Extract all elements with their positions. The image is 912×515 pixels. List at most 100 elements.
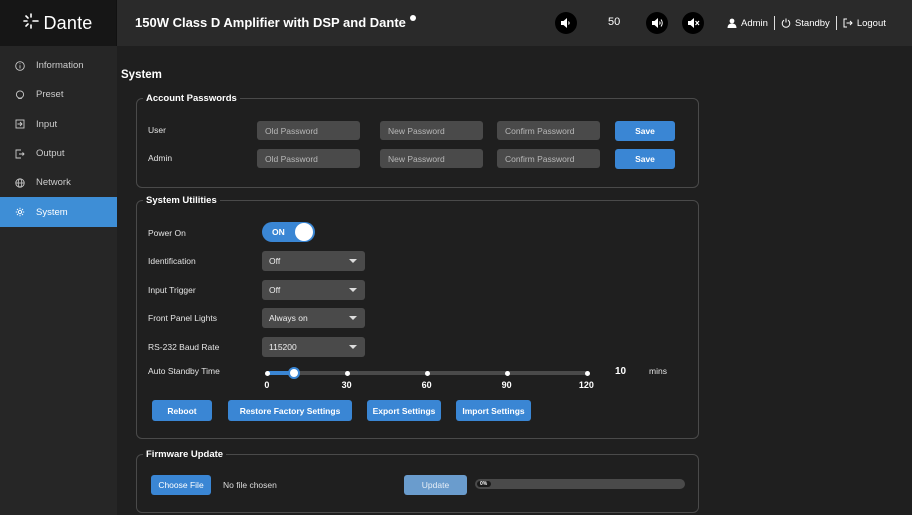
progress-label: 0% [477,481,491,487]
sidebar-item-preset[interactable]: Preset [0,80,117,109]
preset-icon [15,90,25,100]
admin-label[interactable]: Admin [741,18,768,29]
top-bar: Dante 150W Class D Amplifier with DSP an… [0,0,912,46]
user-controls: Admin Standby Logout [727,15,886,31]
slider-tick-label: 120 [578,380,594,390]
account-passwords-section: Account Passwords [136,93,699,188]
sidebar-item-network[interactable]: Network [0,168,117,197]
slider-tick-dot [424,370,430,376]
toggle-knob [295,223,313,241]
admin-old-password-input[interactable] [257,149,360,168]
front-panel-lights-label: Front Panel Lights [148,313,217,323]
divider [835,16,837,30]
slider-tick-label: 60 [421,380,432,390]
front-panel-lights-select[interactable]: Always on [262,308,365,328]
slider-knob[interactable] [287,367,300,379]
chevron-down-icon [349,345,357,349]
page-title: System [121,69,162,81]
standby-value: 10 [615,366,627,377]
mute-button[interactable] [682,12,704,34]
admin-save-button[interactable]: Save [615,149,675,169]
identification-select[interactable]: Off [262,251,365,271]
user-new-password-input[interactable] [380,121,483,140]
standby-button[interactable]: Standby [795,18,830,29]
power-icon [781,18,791,28]
sidebar-item-label: Preset [36,89,64,101]
speaker-low-icon [561,18,570,28]
baud-rate-label: RS-232 Baud Rate [148,342,220,352]
select-value: Off [269,256,281,266]
sidebar-item-information[interactable]: Information [0,51,117,80]
section-title: Firmware Update [146,449,224,460]
baud-rate-select[interactable]: 115200 [262,337,365,357]
select-value: Off [269,285,281,295]
info-icon [15,60,25,71]
user-row-label: User [148,125,166,135]
gear-icon [15,207,25,217]
speaker-high-icon [651,18,663,28]
slider-tick-dot [584,370,590,376]
power-on-label: Power On [148,228,186,238]
chevron-down-icon [349,259,357,263]
main-content: System Account Passwords User Save Admin… [117,46,912,515]
speaker-mute-icon [687,18,699,28]
slider-tick-label: 0 [264,380,270,390]
toggle-state-label: ON [272,227,285,237]
brand-name: Dante [43,12,93,33]
chevron-down-icon [349,316,357,320]
section-title: System Utilities [146,195,217,206]
power-on-toggle[interactable]: ON [262,222,315,242]
sidebar-item-label: Input [36,118,58,130]
chevron-down-icon [349,288,357,292]
update-button[interactable]: Update [404,475,467,495]
sidebar-item-label: Network [36,177,71,189]
device-title-text: 150W Class D Amplifier with DSP and Dant… [135,15,406,30]
slider-tick-label: 30 [341,380,352,390]
divider [773,16,775,30]
volume-up-button[interactable] [646,12,668,34]
input-trigger-label: Input Trigger [148,285,196,295]
auto-standby-label: Auto Standby Time [148,366,220,376]
import-settings-button[interactable]: Import Settings [456,400,531,421]
input-icon [15,119,25,129]
standby-unit: mins [649,366,667,376]
admin-row-label: Admin [148,153,173,163]
identification-label: Identification [148,256,196,266]
sidebar-item-output[interactable]: Output [0,139,117,168]
volume-down-button[interactable] [555,12,577,34]
reboot-button[interactable]: Reboot [152,400,212,421]
slider-tick-dot [504,370,510,376]
slider-tick-dot [344,370,350,376]
admin-confirm-password-input[interactable] [497,149,600,168]
input-trigger-select[interactable]: Off [262,280,365,300]
logout-button[interactable]: Logout [857,18,886,29]
sidebar-item-system[interactable]: System [0,197,117,227]
sidebar-item-label: Information [36,60,84,72]
file-status-text: No file chosen [223,480,277,490]
user-confirm-password-input[interactable] [497,121,600,140]
logout-icon [843,18,853,28]
sidebar: Information Preset Input Output Network … [0,46,117,515]
device-title: 150W Class D Amplifier with DSP and Dant… [135,15,416,30]
auto-standby-slider[interactable]: 0 30 60 90 120 [264,366,594,396]
export-settings-button[interactable]: Export Settings [367,400,441,421]
sidebar-item-label: System [36,206,68,218]
choose-file-button[interactable]: Choose File [151,475,211,495]
update-progress-bar: 0% [475,479,685,489]
sidebar-item-input[interactable]: Input [0,110,117,139]
user-save-button[interactable]: Save [615,121,675,141]
output-icon [15,149,25,159]
status-dot-icon [409,15,416,21]
select-value: 115200 [269,342,297,352]
admin-new-password-input[interactable] [380,149,483,168]
select-value: Always on [269,313,308,323]
slider-tick-dot [264,370,270,376]
brand-logo: Dante [0,0,117,46]
volume-value: 50 [608,16,621,28]
network-icon [15,178,25,188]
sidebar-item-label: Output [36,148,65,160]
slider-tick-label: 90 [501,380,512,390]
dante-logo-icon [23,12,40,34]
user-old-password-input[interactable] [257,121,360,140]
restore-factory-button[interactable]: Restore Factory Settings [228,400,352,421]
